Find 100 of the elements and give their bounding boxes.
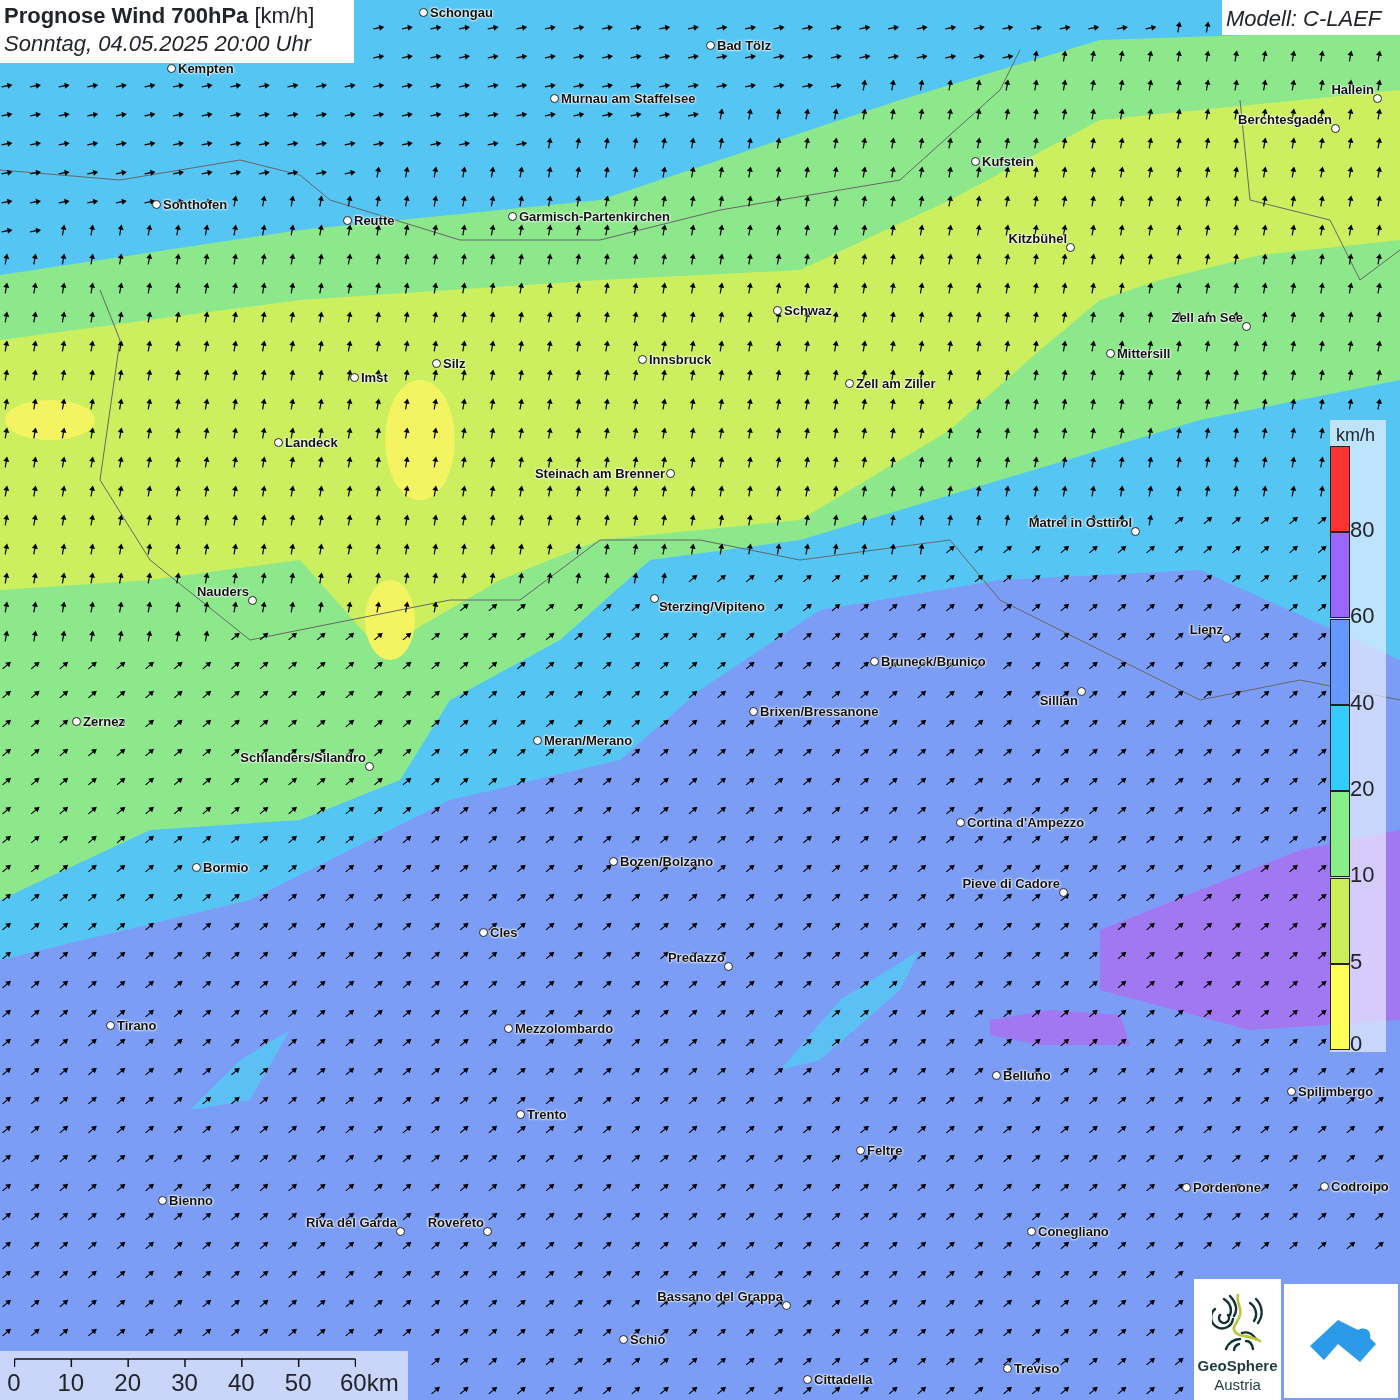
city-label: Sonthofen <box>163 197 228 213</box>
location-dot-icon <box>706 41 715 50</box>
city-label: Garmisch-Partenkirchen <box>519 209 670 225</box>
location-dot-icon <box>856 1146 865 1155</box>
legend-value: 60 <box>1350 604 1375 629</box>
city-label: Conegliano <box>1038 1224 1109 1240</box>
location-dot-icon <box>365 762 374 771</box>
city-label: Trento <box>527 1107 567 1123</box>
city-label: Mezzolombardo <box>515 1021 614 1037</box>
contour-lines-logo-icon <box>1212 1293 1264 1351</box>
city-label: Pieve di Cadore <box>962 876 1060 892</box>
location-dot-icon <box>1320 1182 1329 1191</box>
location-dot-icon <box>803 1375 812 1384</box>
city-label: Hallein <box>1331 82 1374 98</box>
legend-unit: km/h <box>1336 424 1375 447</box>
city-label: Kitzbühel <box>1008 231 1067 247</box>
location-dot-icon <box>158 1196 167 1205</box>
city-label: Berchtesgaden <box>1238 112 1332 128</box>
location-dot-icon <box>550 94 559 103</box>
city-label: Schongau <box>430 5 493 21</box>
location-dot-icon <box>516 1110 525 1119</box>
city-label: Sterzing/Vipiteno <box>659 599 765 615</box>
city-label: Silz <box>443 356 466 372</box>
city-label: Imst <box>361 370 388 386</box>
city-label: Cittadella <box>814 1372 873 1388</box>
location-dot-icon <box>1222 634 1231 643</box>
location-dot-icon <box>350 373 359 382</box>
location-dot-icon <box>343 216 352 225</box>
city-label: Landeck <box>285 435 338 451</box>
location-dot-icon <box>1182 1183 1191 1192</box>
city-label: Cles <box>490 925 518 941</box>
city-label: Codroipo <box>1331 1179 1389 1195</box>
location-dot-icon <box>971 157 980 166</box>
location-dot-icon <box>782 1301 791 1310</box>
location-dot-icon <box>1066 243 1075 252</box>
forecast-time: Sonntag, 04.05.2025 20:00 Uhr <box>4 30 313 58</box>
city-label: Bozen/Bolzano <box>620 854 714 870</box>
legend-value: 0 <box>1350 1031 1363 1056</box>
city-label: Rovereto <box>427 1215 484 1231</box>
location-dot-icon <box>1003 1364 1012 1373</box>
city-label: Zell am Ziller <box>856 376 936 392</box>
model-label: Modell: C-LAEF <box>1222 0 1400 35</box>
city-label: Matrei in Osttirol <box>1028 515 1132 531</box>
city-label: Tirano <box>117 1018 157 1034</box>
location-dot-icon <box>533 736 542 745</box>
scale-label: 0 <box>7 1369 21 1397</box>
legend-value: 20 <box>1350 776 1375 801</box>
city-label: Schio <box>630 1332 666 1348</box>
city-label: Cortina d'Ampezzo <box>967 815 1085 831</box>
city-label: Spilimbergo <box>1298 1084 1374 1100</box>
city-label: Meran/Merano <box>544 733 633 749</box>
city-label: Predazzo <box>667 950 725 966</box>
location-dot-icon <box>1331 124 1340 133</box>
location-dot-icon <box>1027 1227 1036 1236</box>
city-label: Brixen/Bressanone <box>760 704 879 720</box>
logo-name: GeoSphere <box>1196 1356 1279 1376</box>
city-label: Riva del Garda <box>305 1215 397 1231</box>
city-label: Mittersill <box>1117 346 1171 362</box>
city-label: Kempten <box>178 61 234 77</box>
location-dot-icon <box>1077 687 1086 696</box>
location-dot-icon <box>483 1227 492 1236</box>
city-label: Bad Tölz <box>717 38 772 54</box>
legend-value: 40 <box>1350 690 1375 715</box>
location-dot-icon <box>870 657 879 666</box>
map-title: Prognose Wind 700hPa [km/h] <box>4 2 316 30</box>
scale-bar-icon <box>14 1358 356 1368</box>
chevron-logo-icon <box>1310 1318 1376 1364</box>
legend-value: 10 <box>1350 863 1375 888</box>
location-dot-icon <box>479 928 488 937</box>
location-dot-icon <box>167 64 176 73</box>
city-label: Treviso <box>1014 1361 1060 1377</box>
location-dot-icon <box>72 717 81 726</box>
location-dot-icon <box>1287 1087 1296 1096</box>
city-label: Belluno <box>1003 1068 1051 1084</box>
city-label: Lienz <box>1189 622 1223 638</box>
location-dot-icon <box>956 818 965 827</box>
city-label: Murnau am Staffelsee <box>561 91 696 107</box>
location-dot-icon <box>992 1071 1001 1080</box>
location-dot-icon <box>773 306 782 315</box>
location-dot-icon <box>1059 888 1068 897</box>
location-dot-icon <box>152 200 161 209</box>
location-dot-icon <box>1373 94 1382 103</box>
location-dot-icon <box>666 469 675 478</box>
city-label: Pordenone <box>1193 1180 1261 1196</box>
legend-value: 5 <box>1350 949 1363 974</box>
legend-value: 80 <box>1350 518 1375 542</box>
scale-label: 30 <box>171 1369 198 1397</box>
city-label: Bienno <box>169 1193 214 1209</box>
city-label: Zernez <box>83 714 125 730</box>
city-label: Bruneck/Brunico <box>881 654 986 670</box>
location-dot-icon <box>192 863 201 872</box>
city-label: Schwaz <box>784 303 832 319</box>
location-dot-icon <box>106 1021 115 1030</box>
location-dot-icon <box>724 962 733 971</box>
location-dot-icon <box>638 355 647 364</box>
location-dot-icon <box>432 359 441 368</box>
location-dot-icon <box>396 1227 405 1236</box>
city-label: Bormio <box>203 860 249 876</box>
location-dot-icon <box>609 857 618 866</box>
city-label: Bassano del Grappa <box>657 1289 783 1305</box>
